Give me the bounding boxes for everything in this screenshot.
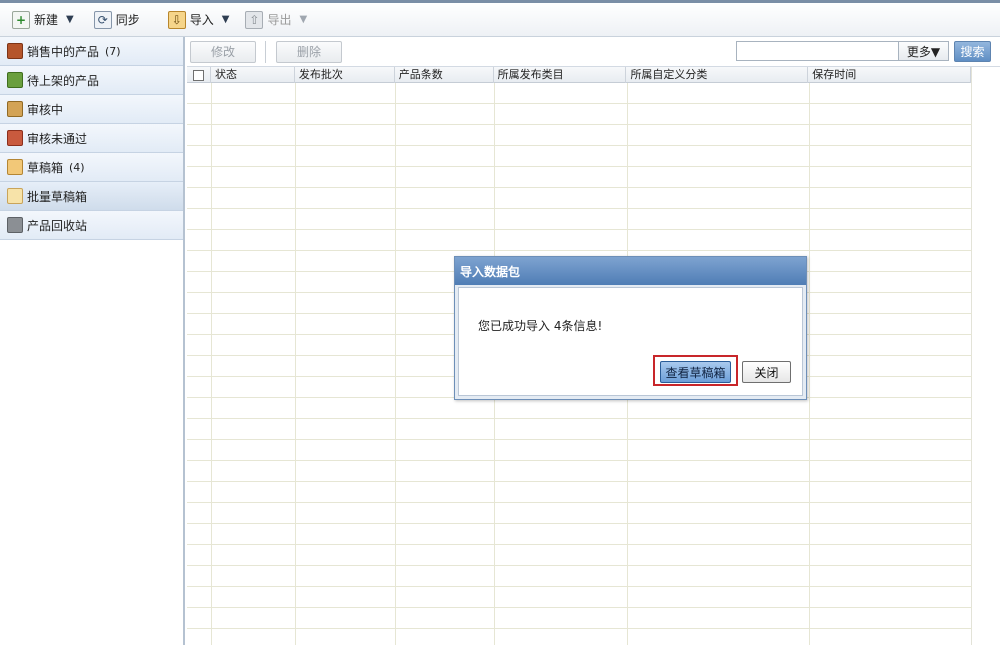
import-button[interactable]: ⇩ 导入 ▼ — [164, 7, 234, 33]
sidebar-item-on-sale[interactable]: 销售中的产品 (7) — [0, 37, 183, 66]
sync-button[interactable]: ⟳ 同步 — [90, 7, 144, 33]
sidebar-item-label: 审核中 — [27, 102, 64, 117]
more-dropdown[interactable]: 更多▼ — [899, 41, 949, 61]
separator — [265, 40, 266, 63]
sidebar-item-rejected[interactable]: 审核未通过 — [0, 124, 183, 153]
upload-house-icon — [7, 72, 23, 88]
close-button[interactable]: 关闭 — [742, 361, 791, 383]
export-icon: ⇧ — [245, 10, 264, 29]
sidebar-item-label: 产品回收站 — [27, 218, 88, 233]
chevron-down-icon[interactable]: ▼ — [222, 14, 230, 25]
envelope-icon — [7, 159, 23, 175]
search-button[interactable]: 搜索 — [954, 41, 991, 62]
import-button-label: 导入 — [189, 13, 214, 27]
import-result-dialog: 导入数据包 您已成功导入 4条信息! 查看草稿箱 关闭 — [454, 256, 807, 400]
new-document-icon: + — [12, 10, 30, 29]
column-divider — [211, 83, 212, 645]
sidebar-item-drafts[interactable]: 草稿箱 (4) — [0, 153, 183, 182]
export-button[interactable]: ⇧ 导出 ▼ — [241, 7, 311, 33]
chevron-down-icon[interactable]: ▼ — [66, 14, 74, 25]
trash-icon — [7, 217, 23, 233]
sidebar: 销售中的产品 (7) 待上架的产品 审核中 审核未通过 草稿箱 (4) 批量草稿… — [0, 37, 185, 645]
edit-button[interactable]: 修改 — [190, 40, 256, 63]
sidebar-item-label: 待上架的产品 — [27, 73, 100, 88]
view-drafts-button[interactable]: 查看草稿箱 — [660, 361, 731, 383]
import-icon: ⇩ — [167, 10, 186, 29]
dialog-body: 您已成功导入 4条信息! 查看草稿箱 关闭 — [458, 287, 803, 396]
sidebar-item-label: 销售中的产品 — [27, 44, 100, 59]
delete-button[interactable]: 删除 — [276, 40, 342, 63]
sync-icon: ⟳ — [93, 10, 112, 29]
top-toolbar: + 新建 ▼ ⟳ 同步 ⇩ 导入 ▼ ⇧ 导出 ▼ — [0, 0, 1000, 37]
select-all-checkbox-cell[interactable] — [187, 67, 211, 83]
column-divider — [809, 83, 810, 645]
shop-icon — [7, 43, 23, 59]
column-divider — [395, 83, 396, 645]
new-button[interactable]: + 新建 ▼ — [8, 7, 78, 33]
sync-button-label: 同步 — [115, 13, 140, 27]
dialog-title[interactable]: 导入数据包 — [455, 257, 806, 285]
sidebar-item-label: 审核未通过 — [27, 131, 88, 146]
column-header[interactable]: 发布批次 — [295, 67, 395, 83]
column-header[interactable]: 所属发布类目 — [494, 67, 627, 83]
dialog-message: 您已成功导入 4条信息! — [478, 319, 603, 333]
sidebar-item-under-review[interactable]: 审核中 — [0, 95, 183, 124]
column-divider — [295, 83, 296, 645]
review-icon — [7, 101, 23, 117]
sidebar-item-pending-listing[interactable]: 待上架的产品 — [0, 66, 183, 95]
column-header[interactable]: 所属自定义分类 — [626, 67, 809, 83]
new-button-label: 新建 — [34, 13, 59, 27]
sidebar-item-label: 批量草稿箱 — [27, 189, 88, 204]
sidebar-item-recycle-bin[interactable]: 产品回收站 — [0, 211, 183, 240]
export-button-label: 导出 — [267, 13, 292, 27]
rejected-icon — [7, 130, 23, 146]
table-header: 状态 发布批次 产品条数 所属发布类目 所属自定义分类 保存时间 — [187, 67, 971, 83]
folder-icon — [7, 188, 23, 204]
column-header[interactable]: 状态 — [211, 67, 295, 83]
sidebar-item-count: (7) — [105, 44, 121, 58]
sidebar-item-batch-drafts[interactable]: 批量草稿箱 — [0, 182, 183, 211]
sidebar-item-label: 草稿箱 — [27, 160, 64, 175]
column-header[interactable]: 保存时间 — [808, 67, 971, 83]
search-input[interactable] — [736, 41, 899, 61]
chevron-down-icon[interactable]: ▼ — [299, 14, 307, 25]
action-bar: 修改 删除 更多▼ 搜索 — [187, 37, 1000, 67]
select-all-checkbox[interactable] — [192, 69, 204, 81]
sidebar-item-count: (4) — [69, 160, 85, 174]
column-header[interactable]: 产品条数 — [395, 67, 494, 83]
